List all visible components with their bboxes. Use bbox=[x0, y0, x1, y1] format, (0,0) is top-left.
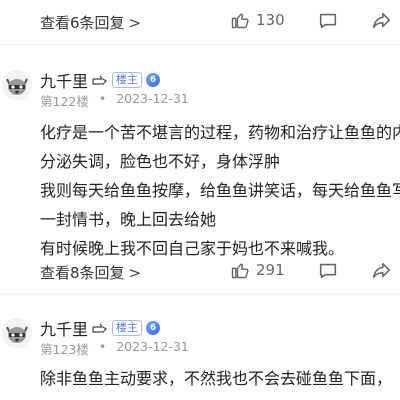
author-line: 九千里 楼主 6 bbox=[40, 68, 161, 92]
body-line: 一封情书，晚上回去给她 bbox=[40, 210, 217, 229]
thumbs-up-icon bbox=[231, 263, 249, 279]
level-badge: 6 bbox=[146, 321, 161, 335]
thumbs-up-icon bbox=[231, 13, 249, 29]
view-replies-button[interactable]: 查看6条回复 > bbox=[40, 12, 141, 33]
body-line: 我则每天给鱼鱼按摩，给鱼鱼讲笑话，每天给鱼鱼写 bbox=[40, 181, 400, 200]
post-body: 除非鱼鱼主动要求，不然我也不会去碰鱼鱼下面， bbox=[40, 364, 400, 393]
comment-icon[interactable] bbox=[317, 10, 339, 32]
chevron-right-icon: > bbox=[128, 263, 142, 282]
dot-separator: • bbox=[98, 91, 107, 106]
chevron-right-icon: > bbox=[128, 13, 142, 32]
share-icon[interactable] bbox=[370, 10, 392, 32]
body-line: 分泌失调，脸色也不好，身体浮肿 bbox=[40, 152, 281, 171]
post-meta: 第122楼 • 2023-12-31 bbox=[40, 91, 189, 110]
author-line: 九千里 楼主 6 bbox=[40, 316, 161, 340]
view-replies-label: 查看6条回复 bbox=[40, 14, 125, 32]
floor-number: 第123楼 bbox=[40, 342, 89, 357]
raccoon-avatar[interactable] bbox=[2, 70, 32, 100]
user-name[interactable]: 九千里 bbox=[40, 68, 88, 92]
body-line: 化疗是一个苦不堪言的过程，药物和治疗让鱼鱼的内 bbox=[40, 123, 400, 142]
share-icon[interactable] bbox=[370, 260, 392, 282]
raccoon-avatar[interactable] bbox=[2, 318, 32, 348]
like-button[interactable]: 291 bbox=[230, 260, 285, 280]
divider bbox=[0, 44, 400, 45]
post-meta: 第123楼 • 2023-12-31 bbox=[40, 339, 189, 358]
hand-icon bbox=[92, 75, 107, 85]
view-replies-button[interactable]: 查看8条回复 > bbox=[40, 262, 141, 283]
reply-bar: 查看8条回复 > 291 bbox=[0, 250, 400, 294]
user-name[interactable]: 九千里 bbox=[40, 316, 88, 340]
dot-separator: • bbox=[98, 339, 107, 354]
hand-icon bbox=[92, 323, 107, 333]
floor-number: 第122楼 bbox=[40, 94, 89, 109]
level-badge: 6 bbox=[146, 73, 161, 87]
view-replies-label: 查看8条回复 bbox=[40, 264, 125, 282]
reply-bar-top: 查看6条回复 > 130 bbox=[0, 0, 400, 44]
post-body: 化疗是一个苦不堪言的过程，药物和治疗让鱼鱼的内 分泌失调，脸色也不好，身体浮肿 … bbox=[40, 118, 400, 263]
owner-badge: 楼主 bbox=[112, 72, 143, 88]
body-line: 除非鱼鱼主动要求，不然我也不会去碰鱼鱼下面， bbox=[40, 369, 393, 388]
like-count: 130 bbox=[256, 11, 285, 29]
owner-badge: 楼主 bbox=[112, 320, 143, 336]
post-date: 2023-12-31 bbox=[116, 339, 189, 354]
comment-icon[interactable] bbox=[317, 260, 339, 282]
post-date: 2023-12-31 bbox=[116, 91, 189, 106]
like-button[interactable]: 130 bbox=[230, 10, 285, 30]
like-count: 291 bbox=[256, 261, 285, 279]
divider bbox=[0, 294, 400, 295]
